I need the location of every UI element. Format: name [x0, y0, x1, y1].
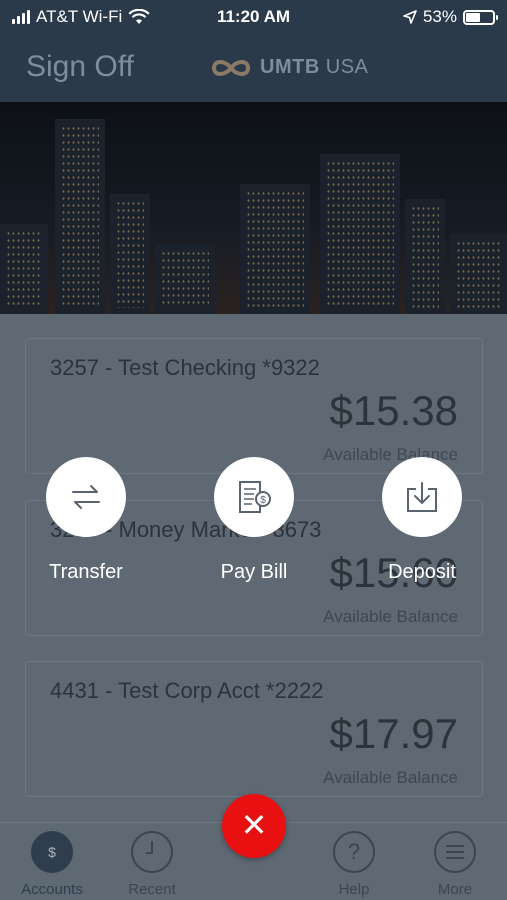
- account-card[interactable]: 4431 - Test Corp Acct *2222 $17.97 Avail…: [25, 661, 483, 797]
- account-name: 4431 - Test Corp Acct *2222: [50, 678, 324, 703]
- account-balance: $15.38: [329, 387, 458, 434]
- available-balance-label: Available Balance: [323, 768, 458, 787]
- battery-icon: [463, 9, 498, 25]
- tab-more-label: More: [437, 881, 473, 898]
- infinity-logo-icon: [211, 59, 251, 76]
- tab-accounts[interactable]: $ Accounts: [4, 831, 100, 898]
- hamburger-menu-icon: [434, 831, 476, 873]
- download-tray-icon: [382, 457, 462, 537]
- account-name: 3257 - Test Checking *9322: [50, 355, 320, 380]
- logo-suffix-text: USA: [325, 56, 369, 78]
- app-header: Sign Off UMTB USA: [0, 36, 507, 102]
- transfer-label: Transfer: [49, 561, 123, 583]
- account-card[interactable]: 3257 - Test Checking *9322 $15.38 Availa…: [25, 338, 483, 474]
- clock-icon: [131, 831, 173, 873]
- bill-icon: $: [214, 457, 294, 537]
- tab-recent-label: Recent: [128, 881, 176, 898]
- city-skyline-banner: [0, 102, 507, 314]
- logo-brand-text: UMTB: [260, 56, 320, 78]
- pay-bill-action[interactable]: $ Pay Bill: [194, 457, 314, 584]
- transfer-arrows-icon: [46, 457, 126, 537]
- sign-off-button[interactable]: Sign Off: [26, 50, 134, 84]
- tab-recent[interactable]: Recent: [104, 831, 200, 898]
- deposit-action[interactable]: Deposit: [362, 457, 482, 584]
- accounts-dollar-icon: $: [31, 831, 73, 873]
- location-arrow-icon: [403, 10, 417, 24]
- app-screen: AT&T Wi-Fi 11:20 AM 53% Sign Off UMTB US…: [0, 0, 507, 900]
- tab-help-label: Help: [338, 881, 370, 898]
- status-bar: AT&T Wi-Fi 11:20 AM 53%: [0, 0, 507, 36]
- tab-more[interactable]: More: [407, 831, 503, 898]
- close-actions-button[interactable]: ✕: [222, 794, 286, 858]
- battery-percent: 53%: [422, 7, 457, 26]
- tab-accounts-label: Accounts: [21, 881, 83, 898]
- pay-bill-label: Pay Bill: [220, 561, 288, 583]
- account-balance: $17.97: [329, 710, 458, 757]
- available-balance-label: Available Balance: [323, 607, 458, 626]
- tab-help[interactable]: ? Help: [306, 831, 402, 898]
- svg-text:$: $: [260, 495, 266, 506]
- bank-logo: UMTB USA: [208, 56, 368, 79]
- question-mark-icon: ?: [333, 831, 375, 873]
- transfer-action[interactable]: Transfer: [26, 457, 146, 584]
- deposit-label: Deposit: [388, 561, 456, 583]
